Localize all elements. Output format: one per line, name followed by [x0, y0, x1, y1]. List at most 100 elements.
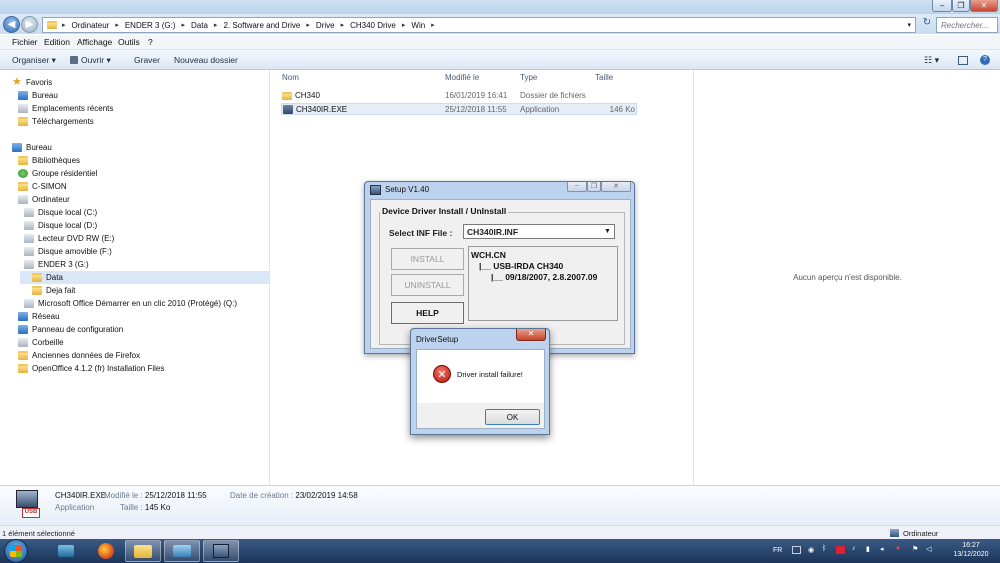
breadcrumb-ch340-drive[interactable]: CH340 Drive: [347, 21, 399, 30]
preview-pane-icon[interactable]: [958, 56, 968, 65]
nav-groupe-residentiel[interactable]: Groupe résidentiel: [18, 167, 97, 180]
install-button[interactable]: INSTALL: [391, 248, 464, 270]
clock[interactable]: 16:27 13/12/2020: [944, 541, 998, 559]
file-row[interactable]: CH340IR.EXE 25/12/2018 11:55 Application…: [281, 103, 637, 115]
organiser-button[interactable]: Organiser ▾: [12, 55, 56, 66]
nav-reseau[interactable]: Réseau: [18, 310, 60, 323]
nouveau-dossier-button[interactable]: Nouveau dossier: [174, 55, 238, 65]
recycle-bin-icon: [18, 338, 28, 347]
column-header-type[interactable]: Type: [520, 73, 537, 82]
nav-panneau[interactable]: Panneau de configuration: [18, 323, 123, 336]
tray-icon[interactable]: ♪: [852, 545, 856, 552]
breadcrumb-drive[interactable]: Drive: [313, 21, 338, 30]
nav-label: Anciennes données de Firefox: [32, 351, 141, 360]
nav-c-simon[interactable]: C-SIMON: [18, 180, 67, 193]
menu-edition[interactable]: Edition: [44, 37, 70, 47]
flag-icon[interactable]: ⚑: [912, 545, 918, 553]
details-modified: Modifié le : 25/12/2018 11:55: [104, 491, 207, 500]
status-bar: 1 élément sélectionné Ordinateur: [0, 525, 1000, 539]
tray-alert-icon[interactable]: [836, 546, 845, 554]
history-dropdown-icon[interactable]: ▾: [907, 21, 911, 29]
minimize-button[interactable]: –: [932, 0, 952, 12]
breadcrumb-software[interactable]: 2. Software and Drive: [220, 21, 303, 30]
inf-file-select[interactable]: CH340IR.INF ▼: [463, 224, 615, 239]
breadcrumb-ender3[interactable]: ENDER 3 (G:): [122, 21, 179, 30]
nav-dvd[interactable]: Lecteur DVD RW (E:): [24, 232, 114, 245]
menu-affichage[interactable]: Affichage: [77, 37, 112, 47]
setup-minimize-button[interactable]: –: [567, 182, 587, 192]
column-header-name[interactable]: Nom: [282, 73, 299, 82]
address-bar[interactable]: ▸ Ordinateur ▸ ENDER 3 (G:) ▸ Data ▸ 2. …: [42, 17, 916, 33]
breadcrumb-separator[interactable]: ▸: [179, 21, 189, 29]
tray-icon[interactable]: ●: [896, 545, 900, 552]
taskbar-app-setup[interactable]: [203, 540, 239, 562]
ok-button[interactable]: OK: [485, 409, 540, 425]
nav-label: Favoris: [26, 78, 53, 87]
nav-disque-c[interactable]: Disque local (C:): [24, 206, 97, 219]
breadcrumb-win[interactable]: Win: [408, 21, 428, 30]
nav-ordinateur[interactable]: Ordinateur: [18, 193, 70, 206]
help-icon[interactable]: ?: [980, 55, 990, 65]
driver-dialog-body: ✕ Driver install failure! OK: [416, 349, 545, 429]
nav-firefox-data[interactable]: Anciennes données de Firefox: [18, 349, 140, 362]
menu-help[interactable]: ?: [148, 37, 153, 47]
ouvrir-button[interactable]: Ouvrir ▾: [70, 55, 111, 66]
nav-disque-amovible[interactable]: Disque amovible (F:): [24, 245, 112, 258]
nav-openoffice[interactable]: OpenOffice 4.1.2 (fr) Installation Files: [18, 362, 164, 375]
breadcrumb-separator[interactable]: ▸: [399, 21, 409, 29]
nav-bureau[interactable]: Bureau: [12, 141, 52, 154]
column-header-modified[interactable]: Modifié le: [445, 73, 479, 82]
nav-ender3[interactable]: ENDER 3 (G:): [24, 258, 89, 271]
driver-dialog-title: DriverSetup: [416, 335, 459, 344]
breadcrumb-separator[interactable]: ▸: [112, 21, 122, 29]
forward-button[interactable]: ▶: [21, 16, 38, 33]
volume-icon[interactable]: ◂: [880, 545, 884, 553]
breadcrumb-separator[interactable]: ▸: [428, 21, 438, 29]
setup-close-button[interactable]: ✕: [601, 182, 631, 192]
nav-bibliotheques[interactable]: Bibliothèques: [18, 154, 80, 167]
help-button[interactable]: HELP: [391, 302, 464, 324]
taskbar-app-media[interactable]: [48, 540, 84, 562]
nav-office[interactable]: Microsoft Office Démarrer en un clic 201…: [24, 297, 237, 310]
menu-outils[interactable]: Outils: [118, 37, 140, 47]
chevron-down-icon[interactable]: ▼: [602, 226, 613, 237]
setup-maximize-button[interactable]: ❐: [587, 182, 601, 192]
tray-app-icon[interactable]: [792, 546, 801, 554]
column-header-size[interactable]: Taille: [595, 73, 613, 82]
taskbar-app-control[interactable]: [164, 540, 200, 562]
start-button[interactable]: [4, 539, 28, 563]
network-tray-icon[interactable]: ▮: [866, 545, 870, 553]
view-options-icon[interactable]: ☷ ▾: [924, 55, 939, 66]
back-button[interactable]: ◀: [3, 16, 20, 33]
speaker-icon[interactable]: ◁: [926, 545, 931, 553]
inf-file-label: Select INF File :: [389, 228, 453, 238]
maximize-button[interactable]: ❐: [952, 0, 970, 12]
search-input[interactable]: [936, 17, 998, 33]
taskbar-app-firefox[interactable]: [88, 540, 124, 562]
nav-bureau-fav[interactable]: Bureau: [18, 89, 58, 102]
close-button[interactable]: ✕: [970, 0, 998, 12]
refresh-icon[interactable]: ↻: [920, 17, 934, 33]
driver-close-button[interactable]: ✕: [516, 329, 546, 341]
nav-data[interactable]: Data: [20, 271, 270, 284]
uninstall-button[interactable]: UNINSTALL: [391, 274, 464, 296]
nav-disque-d[interactable]: Disque local (D:): [24, 219, 97, 232]
nav-deja-fait[interactable]: Deja fait: [32, 284, 75, 297]
breadcrumb-data[interactable]: Data: [188, 21, 211, 30]
breadcrumb-separator[interactable]: ▸: [338, 21, 348, 29]
language-indicator[interactable]: FR: [773, 547, 782, 554]
breadcrumb-ordinateur[interactable]: Ordinateur: [69, 21, 113, 30]
nav-favoris[interactable]: ★ Favoris: [12, 76, 52, 89]
tray-icon[interactable]: ◉: [808, 546, 814, 554]
breadcrumb-separator[interactable]: ▸: [211, 21, 221, 29]
menu-fichier[interactable]: Fichier: [12, 37, 38, 47]
nav-corbeille[interactable]: Corbeille: [18, 336, 64, 349]
nav-emplacements-recents[interactable]: Emplacements récents: [18, 102, 113, 115]
breadcrumb-separator[interactable]: ▸: [303, 21, 313, 29]
taskbar-app-explorer[interactable]: [125, 540, 161, 562]
nav-telechargements[interactable]: Téléchargements: [18, 115, 94, 128]
graver-button[interactable]: Graver: [134, 55, 160, 65]
file-row[interactable]: CH340 16/01/2019 16:41 Dossier de fichie…: [281, 90, 637, 102]
file-modified: 25/12/2018 11:55: [445, 105, 507, 114]
bluetooth-icon[interactable]: ᛒ: [822, 545, 826, 552]
